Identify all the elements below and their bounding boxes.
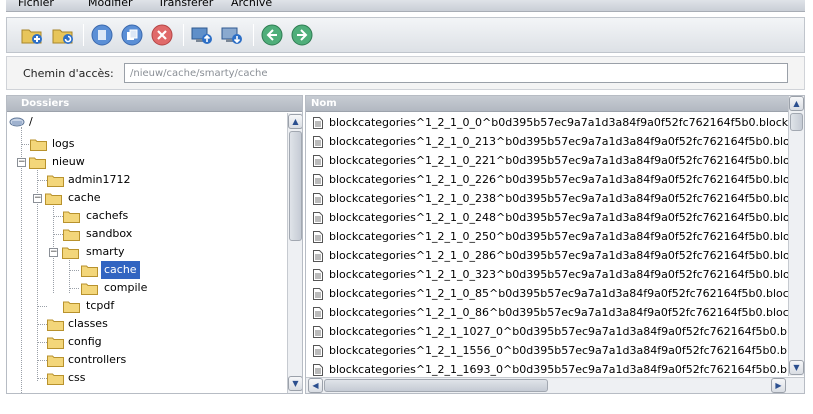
folder-icon [81,265,98,277]
refresh-folder-button[interactable] [51,23,75,47]
download-icon [221,27,242,44]
file-icon [313,250,323,262]
select-all-button[interactable] [90,23,114,47]
scroll-right-icon[interactable]: ▶ [771,378,786,393]
tree-scroll-thumb[interactable] [289,131,302,241]
files-horizontal-scrollbar[interactable]: ◀ ▶ [306,377,804,393]
selected-folder-label: cache [101,261,140,279]
column-header-name[interactable]: Nom [306,96,804,112]
scroll-left-icon[interactable]: ◀ [308,378,323,393]
delete-button[interactable] [150,23,174,47]
menu-bar: Fichier Modifier Transferer Archive [6,0,805,12]
file-icon [313,193,323,205]
folder-icon [47,373,64,385]
file-icon [313,136,323,148]
menu-archive[interactable]: Archive [231,0,272,9]
files-vertical-scrollbar[interactable]: ▲ ▼ [788,96,804,376]
forward-button[interactable] [290,23,314,47]
folder-open-icon [45,193,62,205]
menu-fichier[interactable]: Fichier [18,0,54,9]
tree-vertical-scrollbar[interactable]: ▲ ▼ [287,113,302,393]
folder-icon [63,301,80,313]
folder-icon [63,229,80,241]
folders-panel: Dossiers / logs − nieuw admin1712 − cach… [6,95,303,394]
scroll-up-icon[interactable]: ▲ [789,96,804,111]
file-icon [313,345,323,357]
folder-open-icon [29,157,46,169]
toolbar [6,17,805,53]
folder-icon [63,211,80,223]
download-button[interactable] [220,23,244,47]
forward-icon [291,24,313,46]
folder-icon [47,175,64,187]
select-all-icon [91,24,113,46]
path-bar: Chemin d'accès: [6,56,805,90]
collapse-icon[interactable]: − [33,194,42,203]
path-input[interactable] [124,63,788,83]
file-icon [313,212,323,224]
back-button[interactable] [260,23,284,47]
upload-icon [191,27,212,44]
folder-open-icon [62,247,79,259]
folder-icon [30,139,47,151]
upload-button[interactable] [190,23,214,47]
file-icon [313,269,323,281]
folder-icon [47,319,64,331]
files-hscroll-thumb[interactable] [324,379,548,392]
folder-icon [47,355,64,367]
collapse-icon[interactable]: − [49,248,58,257]
files-scroll-thumb[interactable] [790,113,803,131]
file-icon [313,326,323,338]
delete-icon [151,24,173,46]
scroll-up-icon[interactable]: ▲ [288,114,302,129]
menu-transferer[interactable]: Transferer [158,0,213,9]
file-icon [313,231,323,243]
new-folder-button[interactable] [20,23,44,47]
file-icon [313,174,323,186]
refresh-folder-icon [52,29,73,44]
file-list: blockcategories^1_2_1_0_0^b0d395b57ec9a7… [306,113,789,376]
folder-icon [47,337,64,349]
file-icon [313,155,323,167]
path-label: Chemin d'accès: [23,67,114,80]
folders-header: Dossiers [7,96,302,112]
file-icon [313,288,323,300]
scroll-down-icon[interactable]: ▼ [789,360,804,375]
file-icon [313,307,323,319]
file-icon [313,117,323,129]
copy-icon [121,24,143,46]
folder-icon [81,283,98,295]
new-folder-icon [21,29,42,44]
menu-modifier[interactable]: Modifier [88,0,132,9]
copy-button[interactable] [120,23,144,47]
scroll-down-icon[interactable]: ▼ [288,376,302,391]
file-icon [313,364,323,376]
folder-tree: / logs − nieuw admin1712 − cache cachefs… [7,113,287,393]
drive-icon [9,117,25,127]
back-icon [261,24,283,46]
collapse-icon[interactable]: − [17,158,26,167]
files-panel: Nom blockcategories^1_2_1_0_0^b0d395b57e… [305,95,805,394]
